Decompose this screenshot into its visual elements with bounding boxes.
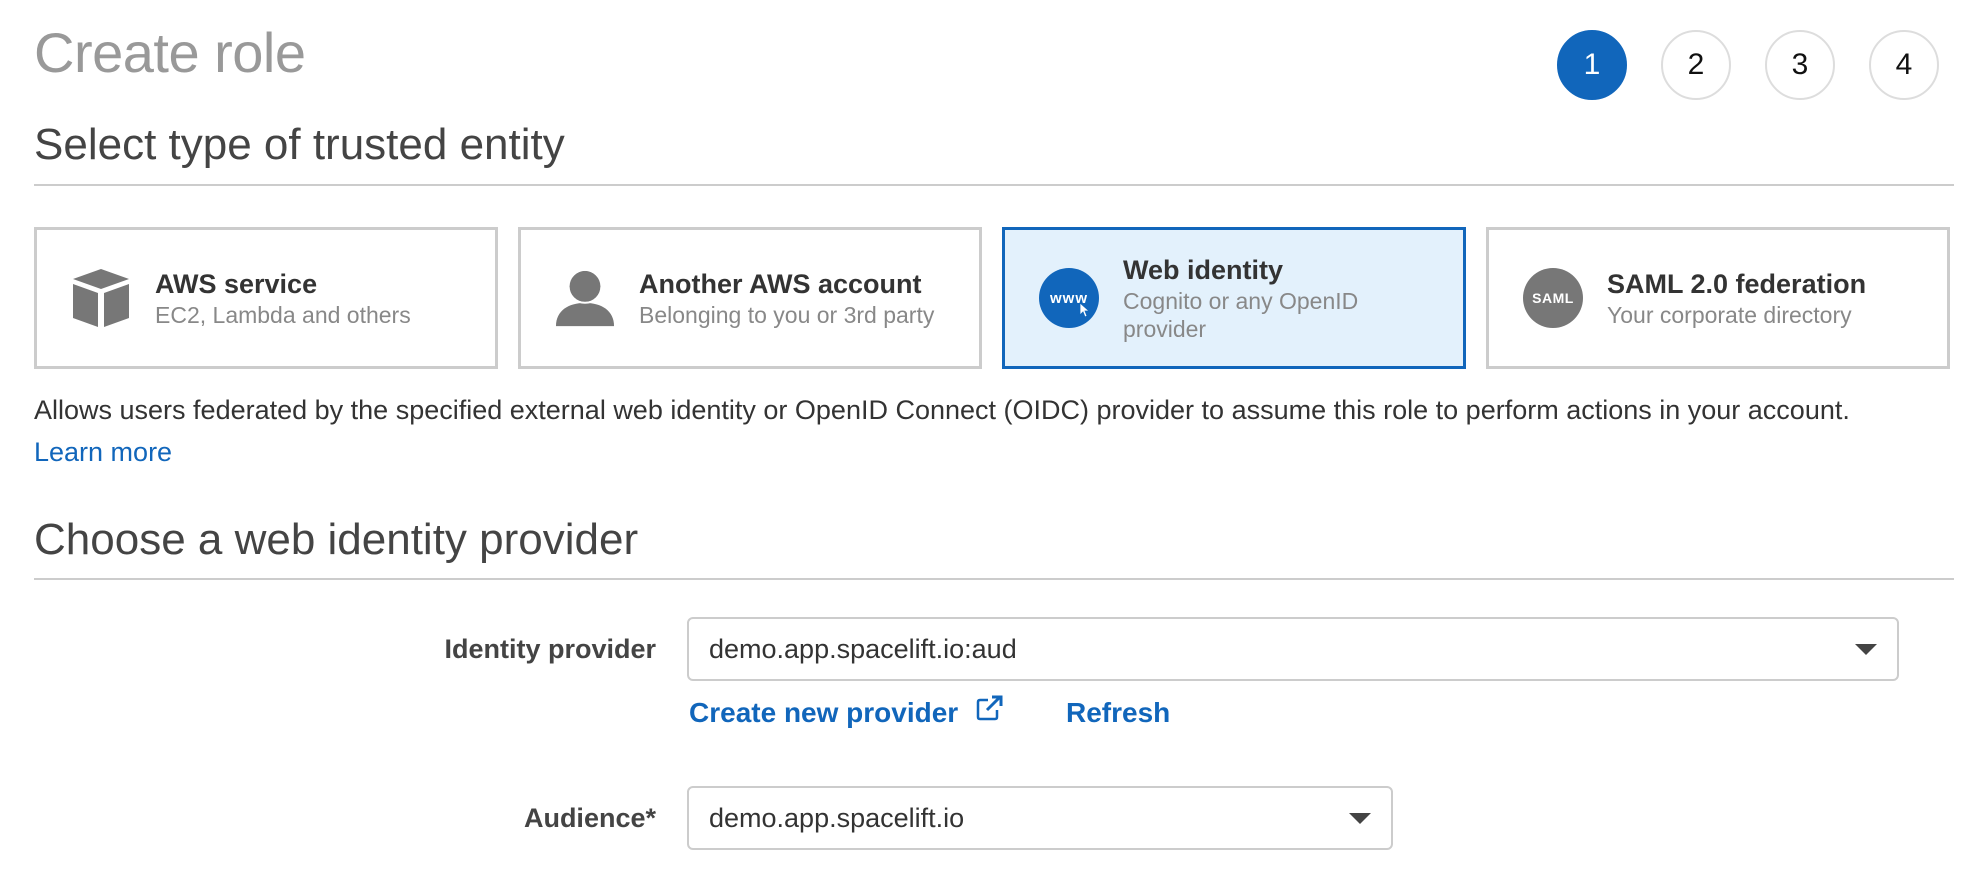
divider	[34, 578, 1954, 580]
audience-select[interactable]: demo.app.spacelift.io	[687, 786, 1393, 850]
option-web-identity[interactable]: www Web identity Cognito or any OpenID p…	[1002, 227, 1466, 369]
learn-more-link[interactable]: Learn more	[34, 434, 172, 470]
option-subtitle: Your corporate directory	[1607, 302, 1852, 328]
chevron-down-icon	[1855, 643, 1877, 655]
trusted-entity-options: AWS service EC2, Lambda and others Anoth…	[34, 227, 1950, 369]
identity-provider-select[interactable]: demo.app.spacelift.io:aud	[687, 617, 1899, 681]
person-icon	[555, 268, 615, 328]
identity-provider-label: Identity provider	[444, 634, 656, 664]
external-link-icon	[976, 695, 1003, 721]
option-aws-service[interactable]: AWS service EC2, Lambda and others	[34, 227, 498, 369]
option-subtitle: EC2, Lambda and others	[155, 302, 411, 328]
step-4[interactable]: 4	[1869, 30, 1939, 100]
provider-heading: Choose a web identity provider	[34, 515, 639, 564]
option-subtitle: Belonging to you or 3rd party	[639, 302, 935, 328]
step-3[interactable]: 3	[1765, 30, 1835, 100]
cube-icon	[71, 268, 131, 328]
refresh-link[interactable]: Refresh	[1066, 695, 1170, 731]
trusted-entity-heading: Select type of trusted entity	[34, 120, 565, 169]
step-1[interactable]: 1	[1557, 30, 1627, 100]
www-icon: www	[1039, 268, 1099, 328]
create-new-provider-link[interactable]: Create new provider	[689, 695, 1004, 731]
divider	[34, 184, 1954, 186]
identity-provider-value: demo.app.spacelift.io:aud	[709, 633, 1017, 664]
audience-label: Audience*	[523, 803, 656, 833]
audience-value: demo.app.spacelift.io	[709, 802, 965, 833]
option-title: AWS service	[155, 269, 318, 299]
provider-actions: Create new provider Refresh	[689, 695, 1170, 731]
step-2[interactable]: 2	[1661, 30, 1731, 100]
wizard-steps: 1 2 3 4	[1557, 30, 1939, 100]
saml-icon: SAML	[1523, 268, 1583, 328]
chevron-down-icon	[1349, 812, 1371, 824]
option-subtitle: Cognito or any OpenID provider	[1123, 288, 1359, 342]
create-new-provider-label: Create new provider	[689, 697, 959, 728]
page-title: Create role	[34, 21, 306, 84]
cursor-icon	[1079, 302, 1091, 318]
option-saml-federation[interactable]: SAML SAML 2.0 federation Your corporate …	[1486, 227, 1950, 369]
option-title: Another AWS account	[639, 269, 922, 299]
option-another-aws-account[interactable]: Another AWS account Belonging to you or …	[518, 227, 982, 369]
saml-icon-text: SAML	[1532, 290, 1574, 306]
option-title: SAML 2.0 federation	[1607, 269, 1867, 299]
option-title: Web identity	[1123, 255, 1284, 285]
entity-description: Allows users federated by the specified …	[34, 395, 1850, 425]
